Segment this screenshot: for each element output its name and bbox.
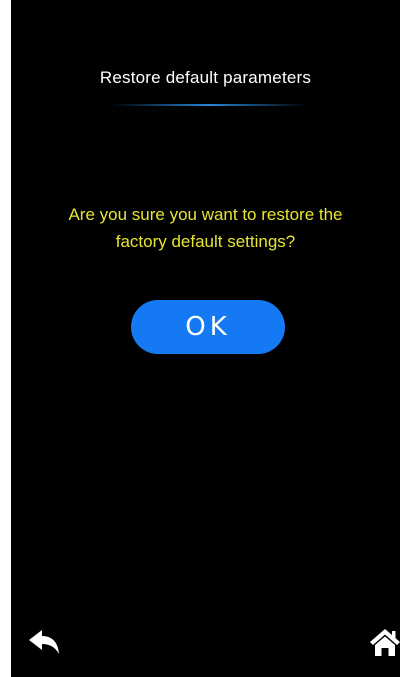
device-screen: Restore default parameters Are you sure … <box>11 0 400 677</box>
message-line-2: factory default settings? <box>115 232 296 251</box>
ok-button[interactable]: OK <box>131 300 285 354</box>
message-line-1: Are you sure you want to restore the <box>68 205 343 224</box>
title-underline <box>111 104 307 106</box>
back-arrow-icon[interactable] <box>27 628 61 658</box>
home-icon[interactable] <box>369 627 401 657</box>
dialog-title: Restore default parameters <box>99 68 312 87</box>
confirmation-message: Are you sure you want to restore the fac… <box>11 201 400 255</box>
